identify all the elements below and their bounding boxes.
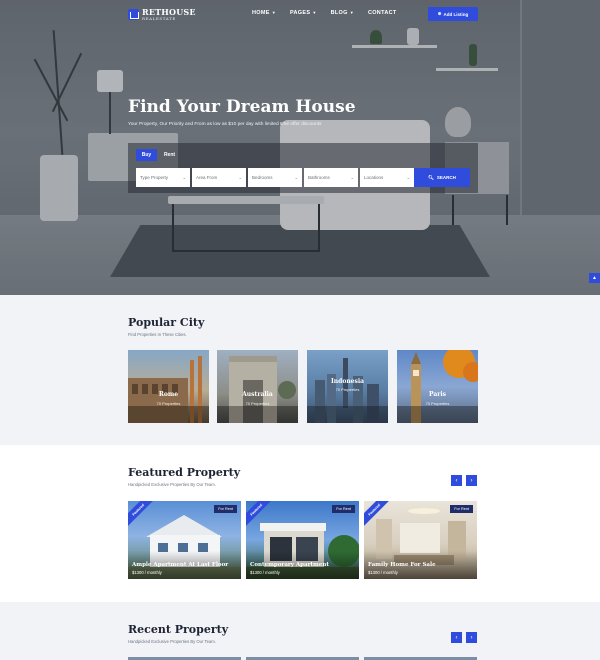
search-icon: 🔍︎: [428, 174, 434, 180]
property-card[interactable]: Featured For Rent Ample Apartment At Las…: [128, 501, 241, 579]
property-title: Ample Apartment At Last Floor: [132, 562, 229, 568]
select-placeholder: Bathrooms: [308, 175, 330, 180]
menu-item-contact[interactable]: CONTACT: [368, 10, 397, 16]
prev-arrow-button[interactable]: ‹: [451, 475, 462, 486]
chevron-right-icon: ›: [470, 634, 473, 641]
select-placeholder: Locations: [364, 175, 384, 180]
hero-banner: RETHOUSE REALESTATE HOME ▼ PAGES ▼ BLOG ▼ C…: [0, 0, 600, 295]
tab-rent[interactable]: Rent: [159, 149, 180, 161]
status-badge: For Rent: [332, 505, 355, 513]
property-price: $1300 / monthly: [250, 570, 280, 575]
city-property-count: 70 Properties: [245, 401, 270, 406]
city-image-paris: [397, 350, 478, 423]
property-price: $1300 / monthly: [368, 570, 398, 575]
tab-buy[interactable]: Buy: [136, 149, 157, 161]
chevron-left-icon: ‹: [455, 477, 458, 484]
scroll-to-top-button[interactable]: ▲: [589, 273, 600, 283]
bedrooms-select[interactable]: Bedrooms ⌄: [248, 168, 302, 187]
section-subtitle: Find Properties In These Cities.: [128, 332, 187, 337]
brand-name: RETHOUSE: [142, 7, 196, 17]
section-subtitle: Handpicked Exclusive Properties By Our T…: [128, 482, 216, 487]
city-name: Indonesia: [330, 378, 365, 385]
menu-item-label: HOME: [252, 10, 270, 16]
city-card-paris[interactable]: Paris 70 Properties: [397, 350, 478, 423]
section-subtitle: Handpicked Exclusive Properties By Our T…: [128, 639, 216, 644]
city-property-count: 70 Properties: [156, 401, 181, 406]
city-name: Paris: [428, 391, 447, 398]
chevron-down-icon: ▼: [271, 10, 276, 15]
main-menu: HOME ▼ PAGES ▼ BLOG ▼ CONTACT: [252, 10, 397, 16]
plus-circle-icon: ⊕: [437, 11, 442, 16]
city-card-australia[interactable]: Australia 70 Properties: [217, 350, 298, 423]
brand-logo[interactable]: RETHOUSE REALESTATE: [128, 8, 196, 21]
chevron-down-icon: ⌄: [350, 175, 354, 180]
chevron-down-icon: ⌄: [238, 175, 242, 180]
city-name: Rome: [158, 391, 179, 398]
status-badge: For Rent: [214, 505, 237, 513]
house-logo-icon: [128, 9, 139, 20]
chevron-down-icon: ⌄: [406, 175, 410, 180]
city-property-count: 70 Properties: [425, 401, 450, 406]
chevron-up-icon: ▲: [592, 275, 597, 281]
add-listing-label: Add Listing: [443, 11, 469, 17]
city-property-count: 70 Properties: [335, 387, 360, 392]
city-card-rome[interactable]: Rome 70 Properties: [128, 350, 209, 423]
menu-item-label: PAGES: [289, 10, 311, 16]
menu-item-label: CONTACT: [367, 10, 397, 16]
brand-text: RETHOUSE REALESTATE: [142, 8, 196, 21]
search-button-label: SEARCH: [436, 175, 456, 180]
search-panel: Buy Rent Type Property ⌄ Area From ⌄ Bedro…: [128, 143, 478, 193]
add-listing-button[interactable]: ⊕ Add Listing: [428, 7, 478, 21]
prev-arrow-button[interactable]: ‹: [451, 632, 462, 643]
chevron-down-icon: ⌄: [182, 175, 186, 180]
top-navbar: RETHOUSE REALESTATE HOME ▼ PAGES ▼ BLOG ▼ C…: [0, 0, 600, 30]
city-card-indonesia[interactable]: Indonesia 70 Properties: [307, 350, 388, 423]
popular-city-section: Popular City Find Properties In These Ci…: [0, 295, 600, 445]
menu-item-blog[interactable]: BLOG ▼: [331, 10, 354, 16]
menu-item-home[interactable]: HOME ▼: [252, 10, 276, 16]
property-title: Contemporary Apartment: [250, 562, 329, 568]
featured-property-section: Featured Property Handpicked Exclusive P…: [0, 445, 600, 602]
type-property-select[interactable]: Type Property ⌄: [136, 168, 190, 187]
recent-property-section: Recent Property Handpicked Exclusive Pro…: [0, 602, 600, 660]
search-button[interactable]: 🔍︎ SEARCH: [414, 168, 470, 187]
area-from-select[interactable]: Area From ⌄: [192, 168, 246, 187]
bathrooms-select[interactable]: Bathrooms ⌄: [304, 168, 358, 187]
menu-item-pages[interactable]: PAGES ▼: [290, 10, 317, 16]
chevron-down-icon: ▼: [349, 10, 354, 15]
property-card[interactable]: Featured For Rent Contemporary Apartment…: [246, 501, 359, 579]
city-image-australia: [217, 356, 298, 423]
next-arrow-button[interactable]: ›: [466, 632, 477, 643]
select-placeholder: Area From: [196, 175, 218, 180]
chevron-left-icon: ‹: [455, 634, 458, 641]
next-arrow-button[interactable]: ›: [466, 475, 477, 486]
chevron-down-icon: ▼: [312, 10, 317, 15]
city-image-rome: [128, 356, 209, 423]
city-name: Australia: [242, 391, 273, 398]
section-title: Featured Property: [128, 466, 241, 479]
hero-title: Find Your Dream House: [128, 97, 356, 117]
menu-item-label: BLOG: [330, 10, 348, 16]
hero-subtitle: Your Property, Our Priority and From as …: [128, 122, 322, 127]
select-placeholder: Type Property: [140, 175, 169, 180]
select-placeholder: Bedrooms: [252, 175, 273, 180]
locations-select[interactable]: Locations ⌄: [360, 168, 414, 187]
chevron-right-icon: ›: [470, 477, 473, 484]
section-title: Recent Property: [128, 623, 229, 636]
property-price: $1300 / monthly: [132, 570, 162, 575]
search-fields: Type Property ⌄ Area From ⌄ Bedrooms ⌄ Bath…: [136, 168, 414, 187]
property-title: Family Home For Sale: [368, 562, 436, 568]
chevron-down-icon: ⌄: [294, 175, 298, 180]
property-card[interactable]: Featured For Rent Family Home For Sale $…: [364, 501, 477, 579]
section-title: Popular City: [128, 316, 205, 329]
status-badge: For Rent: [450, 505, 473, 513]
